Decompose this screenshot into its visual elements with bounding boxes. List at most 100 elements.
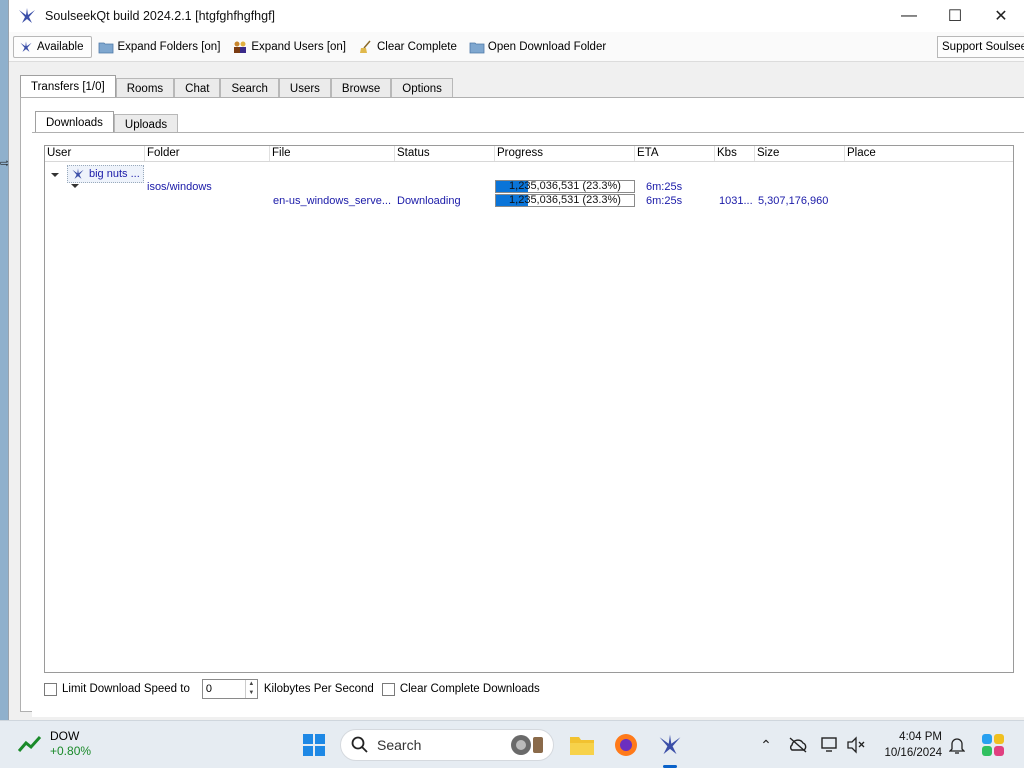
toolbar: Available Expand Folders [on] Expand Use…: [9, 32, 1024, 62]
show-hidden-icons-chevron-icon[interactable]: ⌃: [756, 729, 776, 761]
file-eta: 6m:25s: [646, 195, 683, 207]
available-label: Available: [37, 40, 84, 53]
file-progress-text: 1,235,036,531 (23.3%): [509, 194, 621, 206]
transfers-pane: Downloads Uploads User Folder File Statu…: [20, 97, 1024, 717]
tab-search[interactable]: Search: [220, 78, 279, 98]
windows-logo-icon: [303, 734, 325, 756]
column-headers: User Folder File Status Progress ETA Kbs…: [45, 146, 1013, 162]
folder-icon: [469, 42, 485, 53]
soulseek-bird-icon: [20, 40, 32, 52]
col-progress[interactable]: Progress: [495, 146, 635, 161]
expand-folders-button[interactable]: Expand Folders [on]: [94, 36, 226, 58]
folder-name: isos/windows: [147, 181, 212, 193]
col-size[interactable]: Size: [755, 146, 845, 161]
clear-complete-button[interactable]: Clear Complete: [354, 36, 463, 58]
soulseek-bird-icon: [659, 734, 681, 755]
main-tabs: Transfers [1/0] Rooms Chat Search Users …: [20, 75, 453, 98]
window-title: SoulseekQt build 2024.2.1 [htgfghfhgfhgf…: [45, 9, 276, 23]
taskbar-firefox[interactable]: [610, 729, 642, 761]
system-clock[interactable]: 4:04 PM 10/16/2024: [884, 729, 942, 761]
copilot-icon[interactable]: [978, 729, 1008, 761]
download-options-row: Limit Download Speed to 0 ▲ ▼ Kilobytes P…: [44, 679, 540, 699]
stock-name: DOW: [50, 729, 80, 743]
expand-users-button[interactable]: Expand Users [on]: [228, 36, 352, 58]
chevron-down-icon[interactable]: [71, 184, 79, 188]
chevron-down-icon[interactable]: [51, 173, 59, 177]
maximize-button[interactable]: ☐: [932, 0, 978, 32]
stock-widget[interactable]: DOW +0.80%: [18, 729, 91, 759]
clear-complete-label: Clear Complete: [377, 40, 457, 53]
title-bar[interactable]: SoulseekQt build 2024.2.1 [htgfghfhgfhgf…: [9, 0, 1024, 32]
available-status-button[interactable]: Available: [13, 35, 93, 58]
folder-icon: [99, 42, 114, 53]
col-eta[interactable]: ETA: [635, 146, 715, 161]
file-progress-bar: 1,235,036,531 (23.3%): [495, 194, 635, 207]
network-icon[interactable]: [818, 729, 842, 761]
notification-bell-icon[interactable]: [946, 729, 968, 761]
expand-users-label: Expand Users [on]: [251, 40, 346, 53]
col-file[interactable]: File: [270, 146, 395, 161]
soulseek-bird-icon: [19, 8, 35, 23]
stock-chart-icon: [18, 735, 42, 752]
file-size: 5,307,176,960: [758, 195, 829, 207]
app-window: SoulseekQt build 2024.2.1 [htgfghfhgfhgf…: [8, 0, 1024, 720]
search-placeholder: Search: [377, 737, 422, 753]
tab-transfers[interactable]: Transfers [1/0]: [20, 75, 116, 98]
tab-users[interactable]: Users: [278, 78, 331, 98]
folder-row[interactable]: isos/windows 1,235,036,531 (23.3%) 6m:25…: [45, 180, 1013, 194]
taskbar: DOW +0.80% Search ⌃ 4:04 PM 10/16/2024: [0, 720, 1024, 768]
desktop-edge: ⇨: [0, 0, 10, 720]
file-explorer-icon: [570, 737, 594, 755]
col-status[interactable]: Status: [395, 146, 495, 161]
tab-rooms[interactable]: Rooms: [115, 78, 175, 98]
folder-eta: 6m:25s: [646, 181, 683, 193]
clear-complete-downloads-label: Clear Complete Downloads: [399, 683, 540, 695]
open-download-folder-label: Open Download Folder: [487, 40, 607, 53]
soulseek-bird-icon: [72, 168, 84, 179]
firefox-icon: [615, 734, 637, 756]
downloads-pane: User Folder File Status Progress ETA Kbs…: [32, 132, 1024, 717]
search-icon: [351, 736, 368, 753]
taskbar-search[interactable]: Search: [340, 729, 554, 761]
taskbar-file-explorer[interactable]: [566, 729, 598, 761]
onedrive-offline-icon[interactable]: [786, 729, 810, 761]
limit-speed-label: Limit Download Speed to: [62, 683, 190, 695]
file-status: Downloading: [397, 195, 461, 207]
open-download-folder-button[interactable]: Open Download Folder: [465, 36, 612, 58]
search-highlight-icon: [511, 735, 543, 755]
col-kbs[interactable]: Kbs: [715, 146, 755, 161]
tab-options[interactable]: Options: [391, 78, 453, 98]
tab-downloads[interactable]: Downloads: [35, 111, 114, 134]
tab-uploads[interactable]: Uploads: [113, 114, 179, 134]
support-soulseek-button[interactable]: Support Soulseek: [937, 36, 1024, 58]
transfer-sub-tabs: Downloads Uploads: [35, 111, 179, 134]
limit-speed-checkbox[interactable]: [44, 682, 57, 696]
clock-time: 4:04 PM: [899, 731, 942, 743]
tab-chat[interactable]: Chat: [174, 78, 221, 98]
clear-complete-downloads-checkbox[interactable]: [381, 682, 395, 696]
minimize-button[interactable]: —: [886, 0, 932, 32]
close-button[interactable]: ✕: [978, 0, 1024, 32]
taskbar-soulseek[interactable]: [654, 729, 686, 761]
stock-change: +0.80%: [50, 744, 92, 758]
col-folder[interactable]: Folder: [145, 146, 270, 161]
start-button[interactable]: [298, 729, 330, 761]
file-name: en-us_windows_serve...: [273, 195, 392, 207]
downloads-tree[interactable]: User Folder File Status Progress ETA Kbs…: [44, 145, 1014, 673]
limit-speed-unit: Kilobytes Per Second: [263, 683, 374, 695]
col-place[interactable]: Place: [845, 146, 1013, 161]
tab-browse[interactable]: Browse: [330, 78, 392, 98]
folder-progress-text: 1,235,036,531 (23.3%): [509, 180, 621, 192]
spin-arrows-icon[interactable]: ▲ ▼: [244, 680, 257, 698]
users-icon: [234, 41, 247, 53]
file-row[interactable]: en-us_windows_serve... Downloading 1,235…: [45, 194, 1013, 208]
speed-limit-value: 0: [205, 683, 212, 695]
folder-progress-bar: 1,235,036,531 (23.3%): [495, 180, 635, 193]
expand-folders-label: Expand Folders [on]: [117, 40, 221, 53]
user-name: big nuts ...: [89, 168, 140, 180]
broom-icon: [360, 40, 371, 53]
col-user[interactable]: User: [45, 146, 145, 161]
speed-limit-spinbox[interactable]: 0 ▲ ▼: [201, 679, 258, 699]
volume-muted-icon[interactable]: [844, 729, 868, 761]
file-kbs: 1031...: [719, 195, 753, 207]
